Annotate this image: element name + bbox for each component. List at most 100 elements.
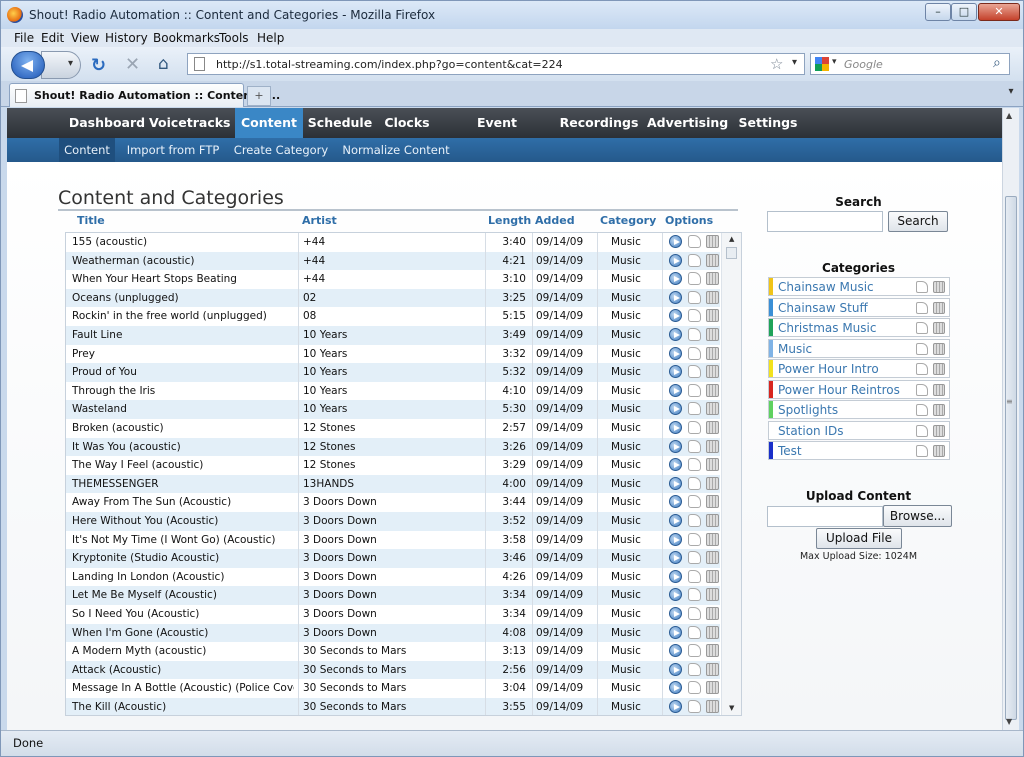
edit-icon[interactable] bbox=[688, 272, 701, 286]
new-tab-button[interactable]: + bbox=[247, 86, 271, 106]
maximize-button[interactable]: □ bbox=[951, 3, 977, 21]
col-category[interactable]: Category bbox=[600, 214, 656, 227]
category-edit-icon[interactable] bbox=[916, 281, 928, 293]
category-delete-icon[interactable] bbox=[933, 322, 945, 334]
scroll-thumb[interactable] bbox=[726, 247, 737, 259]
category-edit-icon[interactable] bbox=[916, 301, 928, 314]
play-icon[interactable] bbox=[669, 700, 682, 713]
delete-icon[interactable] bbox=[706, 290, 719, 304]
nav-recordings[interactable]: Recordings bbox=[559, 108, 639, 138]
minimize-button[interactable]: – bbox=[925, 3, 951, 21]
delete-icon[interactable] bbox=[706, 328, 719, 341]
nav-voicetracks[interactable]: Voicetracks bbox=[149, 108, 231, 138]
category-delete-icon[interactable] bbox=[933, 404, 945, 416]
url-dropdown-icon[interactable]: ▾ bbox=[792, 57, 797, 68]
menu-edit[interactable]: Edit bbox=[41, 31, 64, 45]
edit-icon[interactable] bbox=[688, 514, 701, 527]
category-label[interactable]: Christmas Music bbox=[778, 321, 876, 335]
play-icon[interactable] bbox=[669, 569, 682, 583]
play-icon[interactable] bbox=[669, 272, 682, 286]
edit-icon[interactable] bbox=[688, 607, 701, 620]
upload-file-button[interactable]: Upload File bbox=[816, 528, 902, 549]
search-bar[interactable]: ▾ Google ⌕ bbox=[810, 53, 1010, 75]
edit-icon[interactable] bbox=[688, 662, 701, 676]
category-label[interactable]: Chainsaw Music bbox=[778, 280, 874, 294]
edit-icon[interactable] bbox=[688, 681, 701, 695]
delete-icon[interactable] bbox=[706, 644, 719, 658]
edit-icon[interactable] bbox=[688, 495, 701, 509]
play-icon[interactable] bbox=[669, 383, 682, 397]
play-icon[interactable] bbox=[669, 309, 682, 323]
file-path-input[interactable] bbox=[767, 506, 883, 527]
table-scrollbar[interactable]: ▲ ▼ bbox=[721, 233, 741, 715]
play-icon[interactable] bbox=[669, 495, 682, 509]
category-label[interactable]: Chainsaw Stuff bbox=[778, 301, 868, 315]
edit-icon[interactable] bbox=[688, 700, 701, 713]
category-delete-icon[interactable] bbox=[933, 383, 945, 396]
edit-icon[interactable] bbox=[688, 421, 701, 434]
page-scroll-up-icon[interactable]: ▲ bbox=[1006, 111, 1012, 120]
tab-list-icon[interactable]: ▾ bbox=[1003, 86, 1019, 104]
play-icon[interactable] bbox=[669, 476, 682, 490]
category-delete-icon[interactable] bbox=[933, 301, 945, 314]
play-icon[interactable] bbox=[669, 607, 682, 620]
play-icon[interactable] bbox=[669, 662, 682, 676]
google-logo-icon[interactable] bbox=[815, 57, 829, 71]
browse-button[interactable]: Browse... bbox=[883, 505, 952, 527]
play-icon[interactable] bbox=[669, 328, 682, 341]
category-item[interactable]: Power Hour Reintros bbox=[768, 379, 950, 399]
category-edit-icon[interactable] bbox=[916, 383, 928, 396]
category-edit-icon[interactable] bbox=[916, 363, 928, 375]
delete-icon[interactable] bbox=[706, 346, 719, 360]
search-icon[interactable]: ⌕ bbox=[993, 55, 1001, 71]
category-label[interactable]: Spotlights bbox=[778, 403, 838, 417]
category-edit-icon[interactable] bbox=[916, 424, 928, 437]
content-search-input[interactable] bbox=[767, 211, 883, 232]
stop-icon[interactable]: ✕ bbox=[125, 54, 140, 75]
col-added[interactable]: Added bbox=[535, 214, 575, 227]
category-edit-icon[interactable] bbox=[916, 342, 928, 355]
play-icon[interactable] bbox=[669, 290, 682, 304]
category-delete-icon[interactable] bbox=[933, 445, 945, 457]
delete-icon[interactable] bbox=[706, 514, 719, 527]
category-item[interactable]: Christmas Music bbox=[768, 318, 950, 337]
nav-schedule[interactable]: Schedule bbox=[307, 108, 373, 138]
menu-history[interactable]: History bbox=[105, 31, 148, 45]
tab-active[interactable]: Shout! Radio Automation :: Content a... bbox=[9, 83, 280, 107]
delete-icon[interactable] bbox=[706, 365, 719, 379]
delete-icon[interactable] bbox=[706, 532, 719, 546]
play-icon[interactable] bbox=[669, 514, 682, 527]
forward-button[interactable] bbox=[41, 51, 81, 79]
delete-icon[interactable] bbox=[706, 607, 719, 620]
menu-tools[interactable]: Tools bbox=[219, 31, 249, 45]
menu-view[interactable]: View bbox=[71, 31, 99, 45]
category-delete-icon[interactable] bbox=[933, 424, 945, 437]
subnav-create-category[interactable]: Create Category bbox=[231, 138, 331, 162]
play-icon[interactable] bbox=[669, 458, 682, 472]
delete-icon[interactable] bbox=[706, 309, 719, 323]
delete-icon[interactable] bbox=[706, 588, 719, 602]
url-bar[interactable]: http://s1.total-streaming.com/index.php?… bbox=[187, 53, 805, 75]
delete-icon[interactable] bbox=[706, 551, 719, 565]
edit-icon[interactable] bbox=[688, 235, 701, 248]
play-icon[interactable] bbox=[669, 346, 682, 360]
play-icon[interactable] bbox=[669, 421, 682, 434]
edit-icon[interactable] bbox=[688, 532, 701, 546]
nav-dashboard[interactable]: Dashboard bbox=[61, 108, 153, 138]
engine-dropdown-icon[interactable]: ▾ bbox=[832, 57, 837, 67]
category-edit-icon[interactable] bbox=[916, 445, 928, 457]
bookmark-star-icon[interactable]: ☆ bbox=[770, 55, 783, 73]
edit-icon[interactable] bbox=[688, 365, 701, 379]
delete-icon[interactable] bbox=[706, 681, 719, 695]
play-icon[interactable] bbox=[669, 588, 682, 602]
category-item[interactable]: Power Hour Intro bbox=[768, 359, 950, 378]
category-edit-icon[interactable] bbox=[916, 322, 928, 334]
delete-icon[interactable] bbox=[706, 495, 719, 509]
edit-icon[interactable] bbox=[688, 402, 701, 416]
edit-icon[interactable] bbox=[688, 290, 701, 304]
edit-icon[interactable] bbox=[688, 439, 701, 453]
category-item[interactable]: Test bbox=[768, 441, 950, 460]
subnav-import-ftp[interactable]: Import from FTP bbox=[123, 138, 223, 162]
play-icon[interactable] bbox=[669, 681, 682, 695]
nav-content[interactable]: Content bbox=[235, 108, 303, 138]
